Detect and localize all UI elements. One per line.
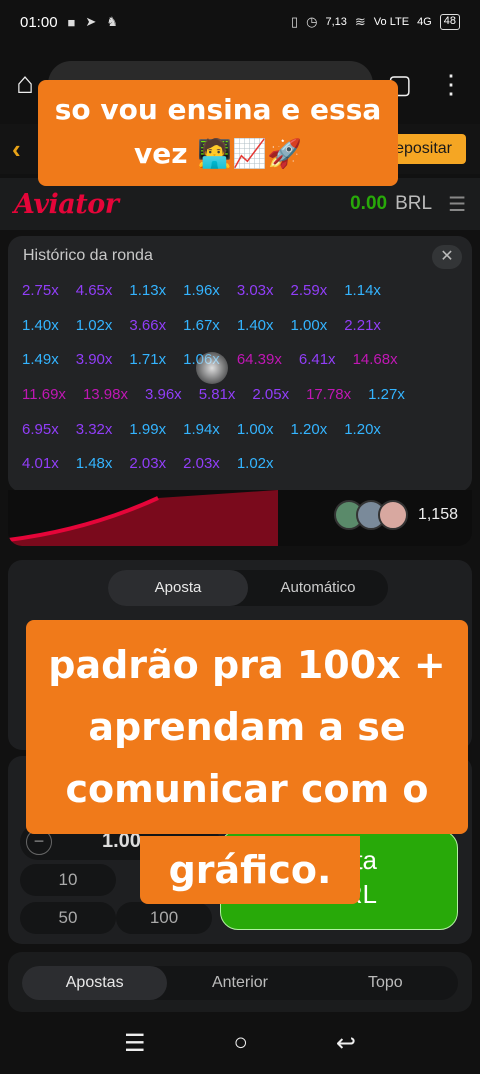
multiplier-value: 2.05x [252,386,290,404]
multiplier-value: 1.20x [344,420,381,438]
multiplier-value: 1.27x [368,386,405,404]
history-row: 6.95x 3.32x 1.99x 1.94x 1.00x 1.20x 1.20x [22,421,462,456]
multiplier-value: 1.14x [344,282,381,299]
multiplier-value: 2.03x [129,455,167,473]
quick-amount-10[interactable]: 10 [20,864,116,896]
close-icon[interactable]: ✕ [432,245,462,269]
multiplier-value: 3.32x [75,420,113,438]
multiplier-value: 4.01x [22,455,59,473]
alarm-icon: ◷ [306,14,318,29]
vibrate-icon: ▯ [290,14,299,29]
multiplier-value: 1.00x [290,316,328,334]
multiplier-value: 1.40x [236,316,274,334]
video-icon: ■ [67,14,76,30]
net-speed: 7,13 [325,16,347,28]
caption-bottom: gráfico. [140,836,360,904]
multiplier-value: 11.69x [22,386,66,404]
caption-top: so vou ensina e essa vez 🧑‍💻📈🚀 [38,80,398,186]
status-bar: 01:00 ■ ➤ ♞ ▯ ◷ 7,13 ≋ Vo LTE 4G 48 [0,0,480,44]
multiplier-value: 5.81x [198,386,236,404]
quick-amount-100[interactable]: 100 [116,902,212,934]
multiplier-grid: 2.75x 4.65x 1.13x 1.96x 3.03x 2.59x 1.14x 1.40x… [22,282,462,490]
recent-apps-icon[interactable]: ☰ [124,1029,146,1058]
multiplier-value: 1.67x [183,316,220,334]
history-row: 2.75x 4.65x 1.13x 1.96x 3.03x 2.59x 1.14x [22,282,462,317]
multiplier-value: 13.98x [82,386,128,404]
android-icon: ♞ [106,14,118,29]
multiplier-value: 2.21x [344,316,381,334]
multiplier-value: 17.78x [306,386,352,404]
battery-icon: 48 [439,14,460,30]
multiplier-value: 1.40x [22,316,59,334]
multiplier-value: 4.65x [75,282,113,299]
balance: 0.00 BRL ☰ [350,192,466,217]
more-icon[interactable]: ⋮ [438,69,464,100]
wifi-icon: ≋ [354,14,366,29]
round-history-panel: Histórico da ronda ✕ 2.75x 4.65x 1.13x 1.96… [8,236,472,492]
multiplier-value: 14.68x [352,351,398,369]
multiplier-value: 1.71x [129,351,167,369]
multiplier-value: 64.39x [236,351,282,369]
multiplier-value: 1.02x [75,316,113,334]
multiplier-value: 1.13x [129,282,167,299]
tab-all-bets[interactable]: Apostas [22,966,168,1000]
multiplier-value: 1.49x [22,351,59,369]
history-row: 1.40x 1.02x 3.66x 1.67x 1.40x 1.00x 2.21x [22,317,462,352]
volte-label: Vo LTE [373,16,410,28]
multiplier-value: 6.41x [298,351,336,369]
touch-indicator [196,352,228,384]
network-label: 4G [417,16,432,28]
multiplier-value: 6.95x [22,420,59,438]
quick-amount-50[interactable]: 50 [20,902,116,934]
multiplier-value: 1.96x [183,282,220,299]
players-count: 1,158 [417,506,458,523]
multiplier-value: 1.48x [75,455,113,473]
multiplier-value: 3.96x [144,386,182,404]
back-arrow-icon[interactable]: ‹ [12,134,21,165]
avatar [377,500,408,530]
home-icon[interactable]: ⌂ [16,67,34,101]
history-row: 11.69x 13.98x 3.96x 5.81x 2.05x 17.78x 1.27x [22,386,462,421]
android-nav-bar: ☰ ○ ↩ [0,1012,480,1074]
multiplier-value: 2.75x [22,282,59,299]
balance-amount: 0.00 [350,193,388,214]
multiplier-value: 1.20x [290,420,328,438]
multiplier-value: 2.59x [290,282,328,299]
multiplier-value: 1.99x [129,420,167,438]
players-online: 1,158 [333,500,458,530]
caption-middle: padrão pra 100x + aprendam a se comunica… [26,620,468,834]
flight-curve [8,490,278,546]
clock: 01:00 [20,13,58,31]
bets-list-panel: Apostas Anterior Topo [8,952,472,1012]
tab-bet[interactable]: Aposta [108,570,248,606]
multiplier-value: 3.66x [129,316,167,334]
history-title: Histórico da ronda [23,247,153,264]
history-row: 4.01x 1.48x 2.03x 2.03x 1.02x [22,455,462,490]
tab-auto[interactable]: Automático [248,570,388,606]
history-row: 1.49x3.90x1.71x1.06x64.39x6.41x14.68x [22,351,462,386]
multiplier-value: 1.00x [236,420,274,438]
hamburger-menu-icon[interactable]: ☰ [448,192,466,217]
multiplier-value: 1.94x [183,420,220,438]
back-icon[interactable]: ↩ [336,1029,356,1058]
tab-previous[interactable]: Anterior [167,966,312,1000]
game-canvas: 1,158 [8,490,472,546]
aviator-logo: Aviator [14,188,119,220]
multiplier-value: 3.03x [236,282,274,299]
home-circle-icon[interactable]: ○ [233,1029,248,1057]
multiplier-value: 3.90x [75,351,113,369]
telegram-icon: ➤ [85,14,97,29]
multiplier-value: 1.02x [236,455,274,473]
balance-currency: BRL [395,193,433,214]
multiplier-value: 2.03x [183,455,220,473]
tab-top[interactable]: Topo [313,966,458,1000]
